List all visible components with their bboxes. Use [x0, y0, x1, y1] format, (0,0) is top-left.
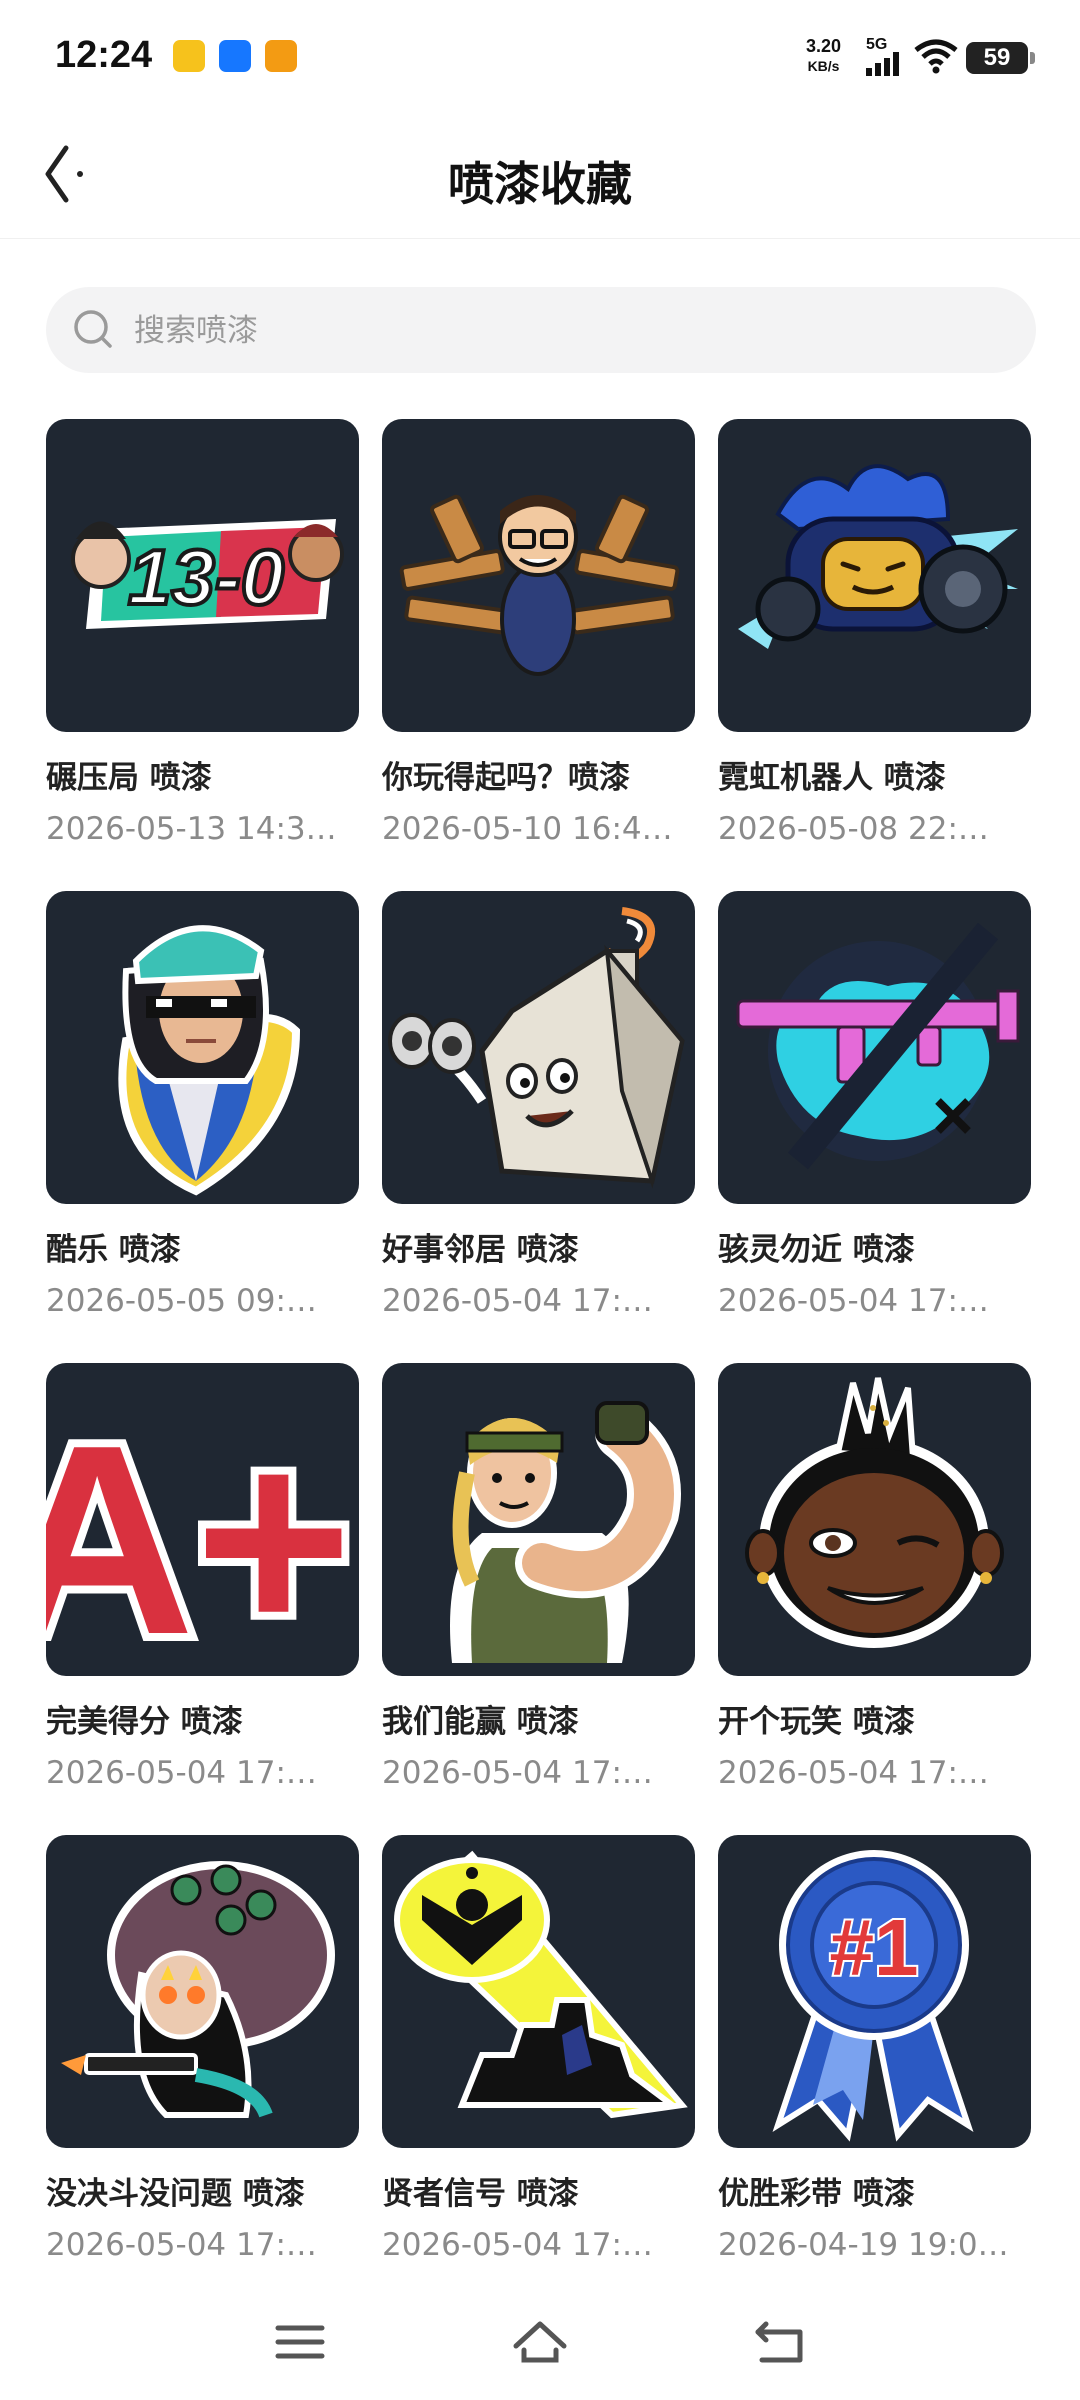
spray-thumbnail[interactable]	[718, 419, 1031, 732]
status-bar: 12:24 3.20 KB/s 5G 59	[0, 0, 1080, 110]
app-notification-icon	[265, 40, 297, 72]
spray-card[interactable]: 好事邻居 喷漆 2026-05-04 17:…	[382, 891, 695, 1363]
spray-card[interactable]: 没决斗没问题 喷漆 2026-05-04 17:…	[46, 1835, 359, 2307]
speed-unit: KB/s	[807, 58, 840, 74]
spray-name: 好事邻居 喷漆	[382, 1232, 579, 1268]
spray-thumbnail[interactable]	[382, 419, 695, 732]
app-notification-icon	[173, 40, 205, 72]
spray-name: 我们能赢 喷漆	[382, 1704, 579, 1740]
spray-card[interactable]: 贤者信号 喷漆 2026-05-04 17:…	[382, 1835, 695, 2307]
spray-name: 没决斗没问题 喷漆	[46, 2176, 305, 2212]
spray-date: 2026-05-04 17:…	[382, 1283, 653, 1319]
spray-thumbnail[interactable]	[382, 1363, 695, 1676]
spray-date: 2026-05-04 17:…	[382, 2227, 653, 2263]
spray-thumbnail[interactable]	[718, 891, 1031, 1204]
spray-date: 2026-05-10 16:4…	[382, 811, 673, 847]
spray-name: 骇灵勿近 喷漆	[718, 1232, 915, 1268]
spray-card[interactable]: 骇灵勿近 喷漆 2026-05-04 17:…	[718, 891, 1031, 1363]
13-0-spray-icon: 13-0	[71, 519, 344, 629]
house-binoculars-spray-icon	[388, 907, 685, 1189]
spray-date: 2026-05-08 22:…	[718, 811, 989, 847]
back-nav-icon[interactable]	[748, 2310, 812, 2374]
spray-date: 2026-05-04 17:…	[46, 2227, 317, 2263]
spray-card[interactable]: 13-0 碾压局 喷漆 2026-05-13 14:3…	[46, 419, 359, 891]
spray-name: 你玩得起吗？喷漆	[382, 760, 630, 796]
spray-thumbnail[interactable]	[46, 891, 359, 1204]
spray-thumbnail[interactable]: A+	[46, 1363, 359, 1676]
spray-card[interactable]: 开个玩笑 喷漆 2026-05-04 17:…	[718, 1363, 1031, 1835]
spray-card[interactable]: 霓虹机器人 喷漆 2026-05-08 22:…	[718, 419, 1031, 891]
spray-card[interactable]: #1 优胜彩带 喷漆 2026-04-19 19:0…	[718, 1835, 1031, 2307]
app-notification-icon	[219, 40, 251, 72]
spray-name: 优胜彩带 喷漆	[718, 2176, 915, 2212]
sage-signal-spray-icon	[394, 1850, 688, 2119]
flexing-woman-spray-icon	[450, 1401, 681, 1663]
system-navigation-bar	[0, 2290, 1080, 2400]
spray-date: 2026-05-13 14:3…	[46, 811, 337, 847]
spray-date: 2026-05-04 17:…	[46, 1755, 317, 1791]
spray-name: 贤者信号 喷漆	[382, 2176, 579, 2212]
spray-name: 完美得分 喷漆	[46, 1704, 243, 1740]
winking-face-spray-icon	[745, 1377, 1004, 1648]
crossed-gun-spray-icon	[736, 922, 1020, 1170]
home-icon[interactable]	[508, 2310, 572, 2374]
number-one-ribbon-spray-icon: #1	[772, 1850, 974, 2142]
signal-icon	[866, 52, 899, 76]
status-time: 12:24	[55, 34, 153, 76]
spray-name: 碾压局 喷漆	[46, 760, 212, 796]
spray-thumbnail[interactable]	[718, 1363, 1031, 1676]
spray-name: 霓虹机器人 喷漆	[718, 760, 946, 796]
score-text: 13-0	[128, 533, 284, 621]
spray-date: 2026-04-19 19:0…	[718, 2227, 1009, 2263]
page-title: 喷漆收藏	[448, 157, 632, 211]
search-icon	[74, 310, 112, 348]
fire-eyes-agent-spray-icon	[61, 1861, 335, 2118]
network-speed: 3.20 KB/s	[806, 36, 841, 76]
spray-grid: 13-0 碾压局 喷漆 2026-05-13 14:3… 你玩得起吗？喷漆 20…	[46, 419, 1031, 2307]
spray-card[interactable]: 你玩得起吗？喷漆 2026-05-10 16:4…	[382, 419, 695, 891]
spray-date: 2026-05-04 17:…	[382, 1755, 653, 1791]
spray-date: 2026-05-05 09:…	[46, 1283, 317, 1319]
spray-card[interactable]: 我们能赢 喷漆 2026-05-04 17:…	[382, 1363, 695, 1835]
battery-indicator: 59	[966, 42, 1035, 74]
spray-name: 酷乐 喷漆	[46, 1232, 181, 1268]
spray-thumbnail[interactable]: 13-0	[46, 419, 359, 732]
speed-value: 3.20	[806, 36, 842, 56]
wifi-icon	[914, 39, 958, 74]
spray-thumbnail[interactable]: #1	[718, 1835, 1031, 2148]
spray-thumbnail[interactable]	[382, 1835, 695, 2148]
spray-card[interactable]: 酷乐 喷漆 2026-05-05 09:…	[46, 891, 359, 1363]
menu-icon[interactable]	[268, 2310, 332, 2374]
spray-thumbnail[interactable]	[382, 891, 695, 1204]
search-bar[interactable]	[46, 287, 1036, 375]
search-input[interactable]	[132, 287, 996, 375]
rank-text: #1	[830, 1903, 919, 1992]
guns-man-spray-icon	[399, 494, 680, 676]
grade-text: A+	[46, 1390, 352, 1676]
spray-card[interactable]: A+ 完美得分 喷漆 2026-05-04 17:…	[46, 1363, 359, 1835]
neon-robot-spray-icon	[738, 464, 1018, 649]
spray-name: 开个玩笑 喷漆	[718, 1704, 915, 1740]
app-bar: 喷漆收藏	[0, 110, 1080, 239]
cool-girl-spray-icon	[118, 925, 301, 1196]
notification-icons	[173, 40, 297, 72]
spray-date: 2026-05-04 17:…	[718, 1755, 989, 1791]
spray-date: 2026-05-04 17:…	[718, 1283, 989, 1319]
a-plus-spray-icon: A+	[46, 1382, 359, 1676]
spray-thumbnail[interactable]	[46, 1835, 359, 2148]
